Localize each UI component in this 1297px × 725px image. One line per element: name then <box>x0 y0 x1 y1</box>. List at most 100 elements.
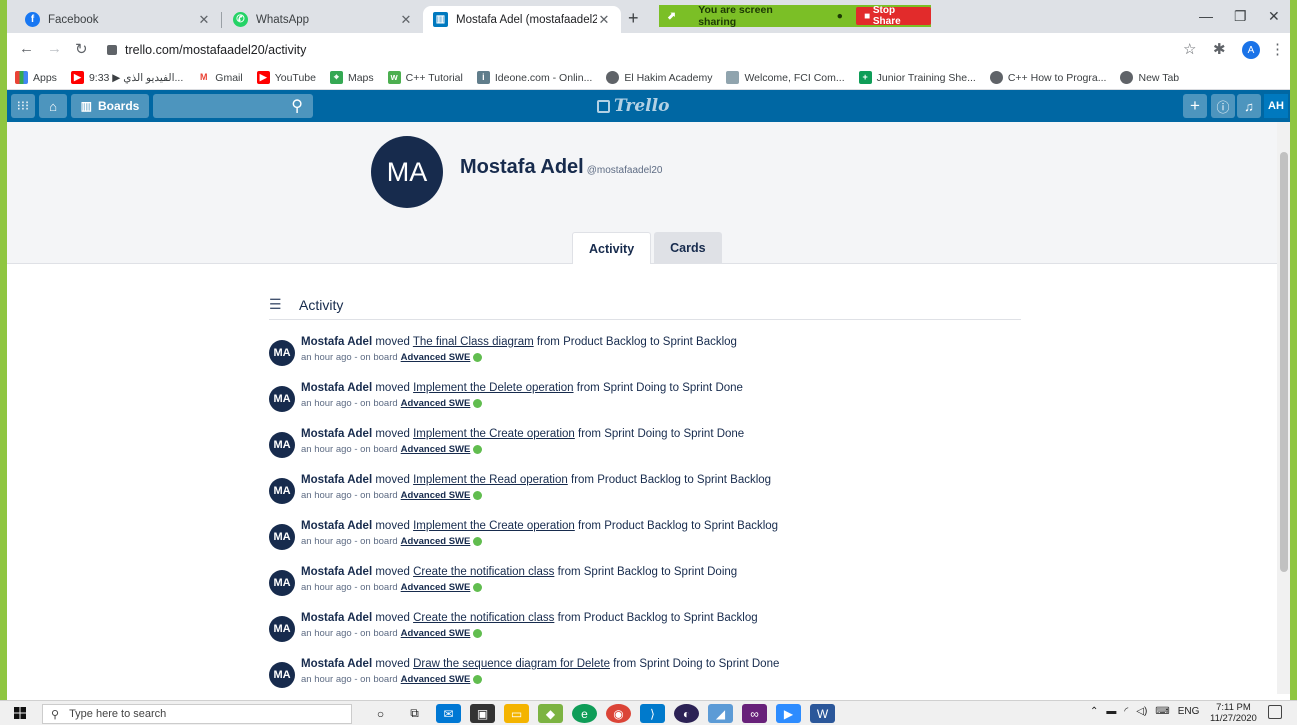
task-view-icon[interactable]: ⧉ <box>402 704 427 723</box>
member-avatar[interactable]: MA <box>269 524 295 550</box>
bookmark-fci[interactable]: Welcome, FCI Com... <box>726 71 845 84</box>
close-icon[interactable]: ✕ <box>597 12 611 28</box>
notifications-icon[interactable] <box>1268 705 1282 719</box>
bookmark-apps[interactable]: Apps <box>15 71 57 84</box>
language-indicator[interactable]: ENG <box>1178 706 1200 717</box>
address-bar[interactable]: trello.com/mostafaadel20/activity <box>107 38 1177 61</box>
cortana-icon[interactable]: ○ <box>368 704 393 723</box>
browser-profile-avatar[interactable]: A <box>1242 41 1260 59</box>
card-link[interactable]: Implement the Read operation <box>413 474 568 486</box>
home-icon[interactable]: ⌂ <box>39 94 67 118</box>
app-icon[interactable]: ◆ <box>538 704 563 723</box>
boards-button[interactable]: ▥ Boards <box>71 94 149 118</box>
restore-icon[interactable]: ❐ <box>1234 8 1247 25</box>
page-scrollbar[interactable] <box>1277 122 1290 694</box>
battery-icon[interactable]: ▬ <box>1106 706 1116 717</box>
member-avatar[interactable]: MA <box>269 570 295 596</box>
taskbar-clock[interactable]: 7:11 PM 11/27/2020 <box>1210 702 1257 724</box>
bookmark-junior-training[interactable]: + Junior Training She... <box>858 71 976 84</box>
tray-chevron-icon[interactable]: ⌃ <box>1090 706 1098 717</box>
board-link[interactable]: Advanced SWE <box>401 444 471 455</box>
taskbar-search-input[interactable]: ⚲ Type here to search <box>42 704 352 724</box>
tab-whatsapp[interactable]: ✆ WhatsApp ✕ <box>223 6 423 33</box>
bookmark-el-hakim[interactable]: El Hakim Academy <box>606 71 712 84</box>
eclipse-icon[interactable]: ◐ <box>674 704 699 723</box>
member-name-link[interactable]: Mostafa Adel <box>301 658 372 670</box>
forward-icon[interactable]: → <box>47 40 62 57</box>
scrollbar-thumb[interactable] <box>1280 152 1288 572</box>
bookmark-video[interactable]: ▶ 9:33 ▶ الفيديو الذي... <box>70 71 183 84</box>
trello-logo[interactable]: Trello <box>597 96 669 116</box>
member-avatar[interactable]: MA <box>269 662 295 688</box>
card-link[interactable]: The final Class diagram <box>413 336 534 348</box>
apps-switcher-icon[interactable]: ⁝⁝⁝ <box>11 94 35 118</box>
extensions-icon[interactable]: ✱ <box>1213 40 1226 58</box>
board-link[interactable]: Advanced SWE <box>401 352 471 363</box>
member-name-link[interactable]: Mostafa Adel <box>301 474 372 486</box>
volume-icon[interactable]: ◁) <box>1136 706 1147 717</box>
visual-studio-icon[interactable]: ∞ <box>742 704 767 723</box>
board-link[interactable]: Advanced SWE <box>401 536 471 547</box>
member-avatar[interactable]: MA <box>269 432 295 458</box>
member-avatar[interactable]: MA <box>269 340 295 366</box>
edge-icon[interactable]: e <box>572 704 597 723</box>
bookmark-cpp-tutorial[interactable]: w C++ Tutorial <box>387 71 463 84</box>
member-avatar[interactable]: MA <box>269 386 295 412</box>
board-link[interactable]: Advanced SWE <box>401 582 471 593</box>
close-icon[interactable]: ✕ <box>197 12 211 28</box>
member-name-link[interactable]: Mostafa Adel <box>301 336 372 348</box>
mail-icon[interactable]: ✉ <box>436 704 461 723</box>
bookmark-new-tab[interactable]: New Tab <box>1120 71 1179 84</box>
windows-start-icon[interactable] <box>14 707 26 719</box>
create-plus-icon[interactable]: + <box>1183 94 1207 118</box>
bookmark-ideone[interactable]: i Ideone.com - Onlin... <box>476 71 592 84</box>
reload-icon[interactable]: ↻ <box>75 40 88 58</box>
store-icon[interactable]: ▣ <box>470 704 495 723</box>
tab-trello-active[interactable]: ▥ Mostafa Adel (mostafaadel20) | T ✕ <box>423 6 621 33</box>
bookmark-youtube[interactable]: ▶ YouTube <box>256 71 316 84</box>
member-avatar[interactable]: MA <box>269 616 295 642</box>
file-explorer-icon[interactable]: ▭ <box>504 704 529 723</box>
word-icon[interactable]: W <box>810 704 835 723</box>
app-icon[interactable]: ◢ <box>708 704 733 723</box>
close-icon[interactable]: ✕ <box>399 12 413 28</box>
browser-menu-icon[interactable]: ⋮ <box>1270 40 1285 58</box>
keyboard-icon[interactable]: ⌨ <box>1155 706 1169 717</box>
trello-search-input[interactable]: ⚲ <box>153 94 313 118</box>
card-link[interactable]: Create the notification class <box>413 566 554 578</box>
window-close-icon[interactable]: ✕ <box>1268 8 1280 25</box>
card-link[interactable]: Implement the Create operation <box>413 428 575 440</box>
board-link[interactable]: Advanced SWE <box>401 628 471 639</box>
stop-share-button[interactable]: ■ Stop Share <box>856 5 932 27</box>
member-name-link[interactable]: Mostafa Adel <box>301 520 372 532</box>
card-link[interactable]: Create the notification class <box>413 612 554 624</box>
board-link[interactable]: Advanced SWE <box>401 490 471 501</box>
tab-facebook[interactable]: f Facebook ✕ <box>15 6 221 33</box>
chrome-icon[interactable]: ◉ <box>606 704 631 723</box>
board-link[interactable]: Advanced SWE <box>401 398 471 409</box>
card-link[interactable]: Implement the Delete operation <box>413 382 573 394</box>
bell-icon[interactable]: ♫ <box>1237 94 1261 118</box>
info-icon[interactable]: ⓘ <box>1211 94 1235 118</box>
zoom-icon[interactable]: ▶ <box>776 704 801 723</box>
card-link[interactable]: Implement the Create operation <box>413 520 575 532</box>
bookmark-star-icon[interactable]: ☆ <box>1183 40 1196 58</box>
vscode-icon[interactable]: ⟩ <box>640 704 665 723</box>
board-link[interactable]: Advanced SWE <box>401 674 471 685</box>
tab-activity[interactable]: Activity <box>572 232 652 264</box>
member-name-link[interactable]: Mostafa Adel <box>301 612 372 624</box>
bookmark-cpp-how[interactable]: C++ How to Progra... <box>989 71 1106 84</box>
back-icon[interactable]: ← <box>19 40 34 57</box>
tab-cards[interactable]: Cards <box>654 232 722 264</box>
bookmark-gmail[interactable]: M Gmail <box>197 71 243 84</box>
member-name-link[interactable]: Mostafa Adel <box>301 428 372 440</box>
profile-avatar[interactable]: MA <box>371 136 443 208</box>
member-name-link[interactable]: Mostafa Adel <box>301 382 372 394</box>
member-avatar[interactable]: MA <box>269 478 295 504</box>
header-user-avatar[interactable]: AH <box>1264 94 1288 118</box>
wifi-icon[interactable]: ◜ <box>1124 706 1128 717</box>
new-tab-button[interactable]: + <box>628 8 639 29</box>
bookmark-maps[interactable]: ⌖ Maps <box>329 71 374 84</box>
minimize-icon[interactable]: — <box>1199 8 1213 24</box>
card-link[interactable]: Draw the sequence diagram for Delete <box>413 658 610 670</box>
